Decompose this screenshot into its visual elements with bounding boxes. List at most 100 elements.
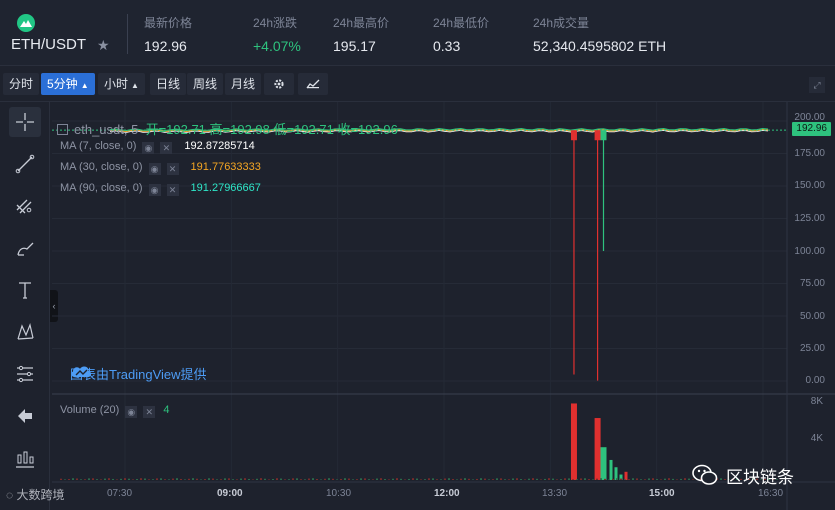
volume-bar (604, 478, 606, 480)
volume-bar (164, 479, 166, 480)
volume-bar (104, 478, 106, 480)
volume-bar (508, 479, 510, 480)
volume-bar (548, 478, 550, 480)
ohlc-values: 开=192.71 高=192.98 低=192.71 收=192.96 (145, 122, 398, 137)
volume-bar (464, 478, 466, 480)
volume-bar (392, 478, 394, 480)
volume-bar (520, 479, 522, 480)
interval-day-button[interactable]: 日线 (150, 73, 187, 95)
pitchfork-tool[interactable] (9, 191, 41, 221)
spike-candle-body (594, 130, 601, 141)
volume-bar (192, 478, 194, 480)
price-axis-tick: 25.00 (799, 343, 825, 354)
chart-toolbar: 分时 5分钟 ▲ 小时 ▲ 日线 周线 月线 ⤢ (0, 66, 835, 102)
arrow-left-icon (18, 409, 32, 423)
fib-tool[interactable] (9, 359, 41, 389)
stat-24h-change: 24h涨跌 +4.07% (253, 14, 301, 54)
tradingview-credit[interactable]: 图表由TradingView提供 (70, 364, 207, 383)
volume-bar (200, 479, 202, 480)
trading-pair[interactable]: ETH/USDT (11, 36, 86, 53)
volume-bar (528, 478, 530, 480)
volume-bar (336, 479, 338, 480)
volume-bar (168, 479, 170, 480)
brush-tool[interactable] (9, 233, 41, 263)
volume-bar (264, 478, 266, 480)
volume-bar (228, 478, 230, 480)
volume-bar (248, 478, 250, 480)
volume-bar (496, 478, 498, 480)
eye-icon[interactable]: ◉ (148, 163, 161, 175)
volume-bar (280, 478, 282, 480)
time-axis-tick: 12:00 (434, 488, 460, 499)
close-icon[interactable]: ✕ (166, 163, 179, 175)
price-chart[interactable]: eth_usdt, 5 开=192.71 高=192.98 低=192.71 收… (52, 102, 835, 510)
time-axis-tick: 15:00 (649, 488, 675, 499)
fib-retracement-icon (17, 365, 33, 383)
legend-checkbox[interactable] (57, 124, 68, 135)
time-axis-tick: 07:30 (107, 488, 133, 499)
volume-bar (504, 479, 506, 480)
volume-bar (428, 478, 430, 480)
indicators-button[interactable] (298, 73, 328, 95)
text-icon (19, 282, 31, 299)
watermark-left: ◌ 大数跨境 (6, 488, 65, 502)
crosshair-tool[interactable] (9, 107, 41, 137)
eye-icon[interactable]: ◉ (125, 406, 138, 418)
volume-bar (160, 478, 162, 480)
volume-bar (320, 479, 322, 480)
time-axis-tick: 10:30 (326, 488, 352, 499)
time-axis-tick: 13:30 (542, 488, 568, 499)
pattern-tool[interactable] (9, 317, 41, 347)
caret-up-icon: ▲ (80, 81, 89, 90)
volume-bar (240, 478, 242, 480)
pattern-icon (17, 322, 34, 340)
stat-label: 24h成交量 (533, 16, 590, 30)
stat-label: 24h涨跌 (253, 16, 298, 30)
volume-bar (368, 479, 370, 480)
volume-bar (592, 479, 594, 480)
price-axis-tick: 125.00 (794, 213, 825, 224)
eye-icon[interactable]: ◉ (142, 142, 155, 154)
volume-bar (372, 479, 374, 480)
measure-tool[interactable] (9, 443, 41, 473)
volume-bar (436, 479, 438, 480)
favorite-star-icon[interactable]: ★ (97, 37, 110, 54)
volume-axis-tick: 4K (810, 433, 823, 444)
interval-5min-button[interactable]: 5分钟 ▲ (41, 73, 95, 95)
close-icon[interactable]: ✕ (166, 184, 179, 196)
volume-bar (152, 479, 154, 480)
volume-bar (328, 478, 330, 480)
interval-week-button[interactable]: 周线 (187, 73, 224, 95)
price-axis-tick: 50.00 (799, 311, 825, 322)
indicators-icon (306, 79, 320, 89)
volume-bar (440, 479, 442, 480)
eye-icon[interactable]: ◉ (148, 184, 161, 196)
text-tool[interactable] (9, 275, 41, 305)
close-icon[interactable]: ✕ (143, 406, 156, 418)
volume-legend: Volume (20) ◉ ✕ 4 (60, 404, 169, 418)
interval-tick-button[interactable]: 分时 (3, 73, 40, 95)
volume-bar (388, 479, 390, 480)
spike-volume-bar (600, 447, 607, 480)
volume-bar (288, 479, 290, 480)
ma-value: 192.87285714 (184, 140, 255, 152)
market-header: ETH/USDT ★ 最新价格 192.96 24h涨跌 +4.07% 24h最… (0, 0, 835, 66)
trendline-tool[interactable] (9, 149, 41, 179)
ma-value: 191.27966667 (190, 182, 261, 194)
settings-gear-button[interactable] (264, 73, 294, 95)
interval-hour-button[interactable]: 小时 ▲ (98, 73, 145, 95)
close-icon[interactable]: ✕ (160, 142, 173, 154)
stat-label: 24h最高价 (333, 16, 390, 30)
interval-month-button[interactable]: 月线 (225, 73, 262, 95)
volume-bar (516, 478, 518, 480)
volume-bar (172, 478, 174, 480)
volume-bar (480, 478, 482, 480)
fullscreen-icon[interactable]: ⤢ (809, 77, 825, 93)
volume-bar (176, 478, 178, 480)
volume-bar (148, 479, 150, 480)
volume-bar (552, 478, 554, 480)
brush-icon (17, 242, 34, 256)
volume-bar (312, 478, 314, 480)
back-tool[interactable] (9, 401, 41, 431)
header-divider (127, 14, 128, 54)
